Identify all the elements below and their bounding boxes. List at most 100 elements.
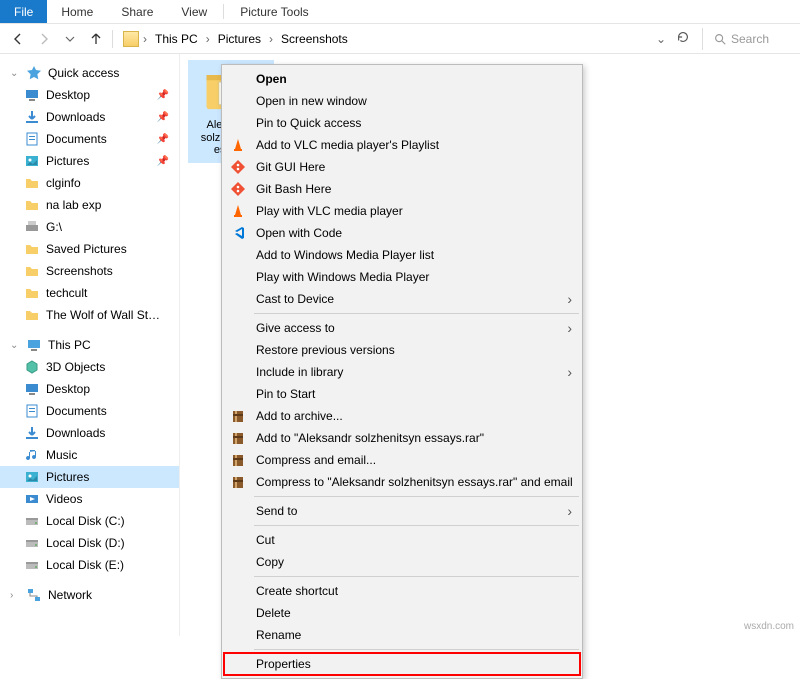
sidebar-item-techcult[interactable]: techcult	[0, 282, 179, 304]
sidebar-network[interactable]: › Network	[0, 584, 179, 606]
tab-picture-tools[interactable]: Picture Tools	[226, 0, 322, 23]
desktop-icon	[24, 381, 40, 397]
menu-item-pin-to-start[interactable]: Pin to Start	[224, 383, 580, 405]
tab-view[interactable]: View	[167, 0, 221, 23]
folder-icon	[24, 285, 40, 301]
sidebar-item-music[interactable]: Music	[0, 444, 179, 466]
sidebar-item-label: This PC	[48, 338, 91, 352]
menu-item-open[interactable]: Open	[224, 68, 580, 90]
menu-separator	[254, 649, 579, 650]
menu-item-git-bash-here[interactable]: Git Bash Here	[224, 178, 580, 200]
downloads-icon	[24, 109, 40, 125]
address-bar[interactable]: › This PC › Pictures › Screenshots	[119, 28, 650, 50]
sidebar-item-local-disk-c-[interactable]: Local Disk (C:)	[0, 510, 179, 532]
menu-item-cut[interactable]: Cut	[224, 529, 580, 551]
menu-item-play-with-vlc-media-player[interactable]: Play with VLC media player	[224, 200, 580, 222]
menu-item-play-with-windows-media-player[interactable]: Play with Windows Media Player	[224, 266, 580, 288]
menu-item-send-to[interactable]: Send to›	[224, 500, 580, 522]
refresh-button[interactable]	[676, 30, 690, 47]
sidebar-item-desktop[interactable]: Desktop📌	[0, 84, 179, 106]
sidebar-quick-access[interactable]: ⌄ Quick access	[0, 62, 179, 84]
forward-button[interactable]	[34, 29, 54, 49]
menu-separator	[254, 576, 579, 577]
menu-item-label: Create shortcut	[256, 584, 338, 598]
menu-item-compress-to-aleksandr-solzhenitsyn-essays-rar-and-email[interactable]: Compress to "Aleksandr solzhenitsyn essa…	[224, 471, 580, 493]
chevron-right-icon: ›	[567, 291, 572, 307]
sidebar-item-pictures[interactable]: Pictures📌	[0, 150, 179, 172]
sidebar-item-local-disk-e-[interactable]: Local Disk (E:)	[0, 554, 179, 576]
menu-item-restore-previous-versions[interactable]: Restore previous versions	[224, 339, 580, 361]
menu-item-label: Add to archive...	[256, 409, 343, 423]
caret-right-icon: ›	[10, 590, 20, 601]
address-dropdown[interactable]: ⌄	[656, 32, 666, 46]
menu-item-label: Compress and email...	[256, 453, 376, 467]
menu-item-add-to-archive[interactable]: Add to archive...	[224, 405, 580, 427]
menu-item-copy[interactable]: Copy	[224, 551, 580, 573]
menu-item-git-gui-here[interactable]: Git GUI Here	[224, 156, 580, 178]
pictures-icon	[24, 153, 40, 169]
search-box[interactable]: Search	[702, 28, 792, 50]
up-button[interactable]	[86, 29, 106, 49]
sidebar-item-label: techcult	[46, 286, 87, 300]
back-button[interactable]	[8, 29, 28, 49]
chevron-right-icon[interactable]: ›	[267, 32, 275, 46]
search-placeholder: Search	[731, 32, 769, 46]
menu-item-give-access-to[interactable]: Give access to›	[224, 317, 580, 339]
chevron-right-icon[interactable]: ›	[204, 32, 212, 46]
menu-separator	[254, 313, 579, 314]
recent-dropdown[interactable]	[60, 29, 80, 49]
watermark: wsxdn.com	[744, 621, 794, 632]
sidebar-item-documents[interactable]: Documents📌	[0, 128, 179, 150]
sidebar-item-screenshots[interactable]: Screenshots	[0, 260, 179, 282]
sidebar-item-desktop[interactable]: Desktop	[0, 378, 179, 400]
context-menu: OpenOpen in new windowPin to Quick acces…	[221, 64, 583, 679]
menu-item-properties[interactable]: Properties	[224, 653, 580, 675]
menu-item-add-to-windows-media-player-list[interactable]: Add to Windows Media Player list	[224, 244, 580, 266]
vscode-icon	[230, 225, 246, 241]
sidebar-item-na-lab-exp[interactable]: na lab exp	[0, 194, 179, 216]
documents-icon	[24, 403, 40, 419]
menu-item-include-in-library[interactable]: Include in library›	[224, 361, 580, 383]
menu-item-delete[interactable]: Delete	[224, 602, 580, 624]
menu-item-cast-to-device[interactable]: Cast to Device›	[224, 288, 580, 310]
menu-item-open-with-code[interactable]: Open with Code	[224, 222, 580, 244]
menu-item-pin-to-quick-access[interactable]: Pin to Quick access	[224, 112, 580, 134]
sidebar-item-downloads[interactable]: Downloads📌	[0, 106, 179, 128]
menu-item-rename[interactable]: Rename	[224, 624, 580, 646]
sidebar-this-pc[interactable]: ⌄ This PC	[0, 334, 179, 356]
menu-item-add-to-aleksandr-solzhenitsyn-essays-rar[interactable]: Add to "Aleksandr solzhenitsyn essays.ra…	[224, 427, 580, 449]
tab-file[interactable]: File	[0, 0, 47, 23]
folder-icon	[123, 31, 139, 47]
breadcrumb-this-pc[interactable]: This PC	[151, 32, 202, 46]
pin-icon: 📌	[157, 90, 169, 101]
sidebar-item-downloads[interactable]: Downloads	[0, 422, 179, 444]
breadcrumb-screenshots[interactable]: Screenshots	[277, 32, 352, 46]
menu-item-compress-and-email[interactable]: Compress and email...	[224, 449, 580, 471]
rar-icon	[230, 430, 246, 446]
sidebar-item-videos[interactable]: Videos	[0, 488, 179, 510]
folder-icon	[24, 197, 40, 213]
sidebar-item-g-[interactable]: G:\	[0, 216, 179, 238]
sidebar-item-pictures[interactable]: Pictures	[0, 466, 179, 488]
menu-item-create-shortcut[interactable]: Create shortcut	[224, 580, 580, 602]
sidebar-item-3d-objects[interactable]: 3D Objects	[0, 356, 179, 378]
chevron-right-icon: ›	[567, 320, 572, 336]
sidebar-item-saved-pictures[interactable]: Saved Pictures	[0, 238, 179, 260]
menu-item-open-in-new-window[interactable]: Open in new window	[224, 90, 580, 112]
breadcrumb-pictures[interactable]: Pictures	[214, 32, 265, 46]
network-icon	[26, 587, 42, 603]
sidebar-item-label: Downloads	[46, 110, 105, 124]
navigation-bar: › This PC › Pictures › Screenshots ⌄ Sea…	[0, 24, 800, 54]
sidebar-item-label: Videos	[46, 492, 82, 506]
tab-share[interactable]: Share	[107, 0, 167, 23]
menu-item-label: Rename	[256, 628, 301, 642]
tab-home[interactable]: Home	[47, 0, 107, 23]
menu-item-add-to-vlc-media-player-s-playlist[interactable]: Add to VLC media player's Playlist	[224, 134, 580, 156]
sidebar-item-documents[interactable]: Documents	[0, 400, 179, 422]
sidebar-item-clginfo[interactable]: clginfo	[0, 172, 179, 194]
menu-separator	[254, 525, 579, 526]
vlc-icon	[230, 137, 246, 153]
chevron-right-icon[interactable]: ›	[141, 32, 149, 46]
sidebar-item-local-disk-d-[interactable]: Local Disk (D:)	[0, 532, 179, 554]
sidebar-item-the-wolf-of-wall-st-[interactable]: The Wolf of Wall St…	[0, 304, 179, 326]
